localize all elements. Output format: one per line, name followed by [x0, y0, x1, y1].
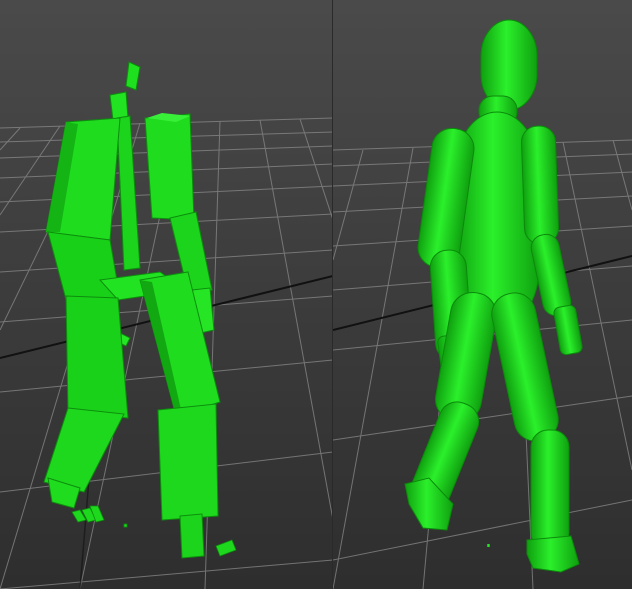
left-viewport[interactable] [0, 0, 333, 589]
foot-right[interactable] [526, 535, 580, 573]
ground-marker [487, 544, 490, 547]
shin-right[interactable] [157, 403, 219, 521]
shoulder-right[interactable] [144, 113, 195, 221]
thigh-left[interactable] [65, 295, 129, 419]
upper-arm-right[interactable] [520, 125, 560, 245]
left-viewport-canvas[interactable] [0, 0, 333, 589]
neck-block[interactable] [109, 91, 129, 121]
right-viewport-canvas[interactable] [333, 0, 632, 589]
ankle-right[interactable] [179, 513, 205, 559]
right-viewport[interactable] [333, 0, 632, 589]
shin-right[interactable] [530, 429, 570, 551]
